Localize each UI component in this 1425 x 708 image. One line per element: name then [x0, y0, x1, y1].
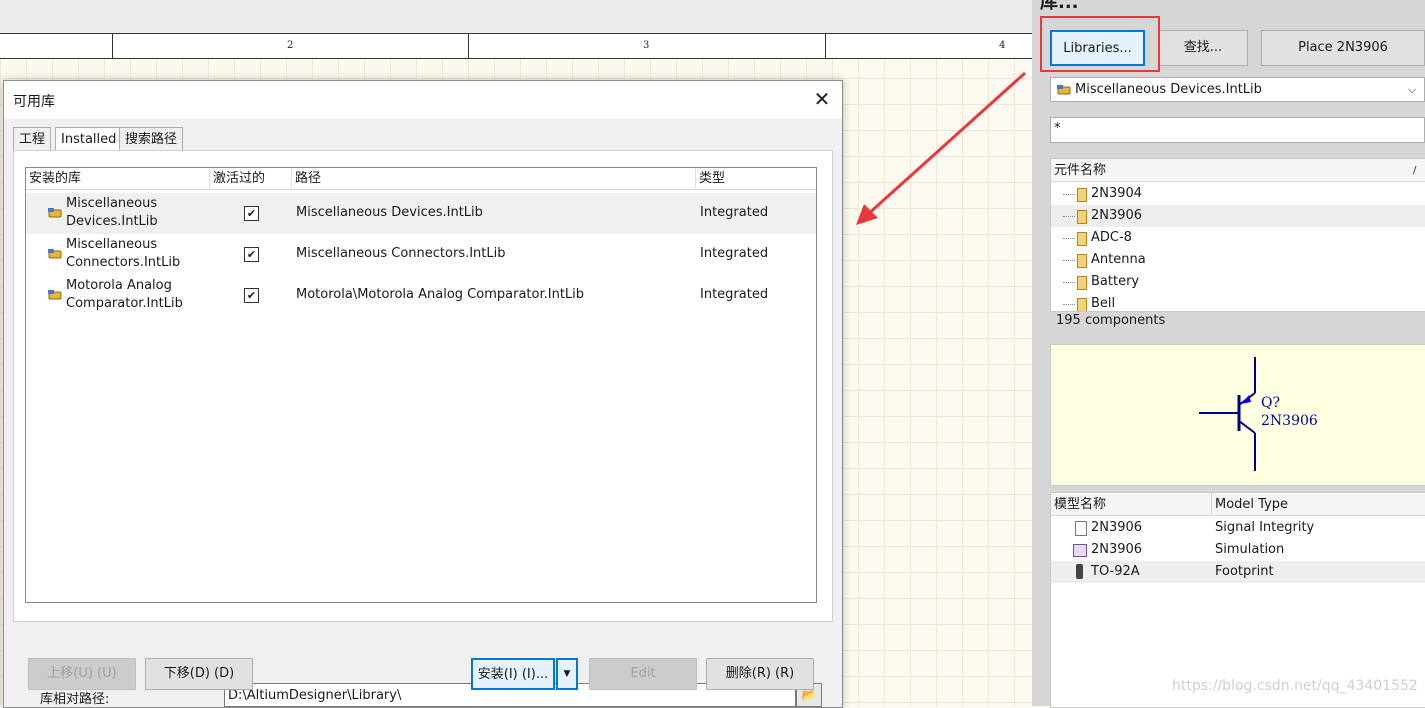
relative-path-label: 库相对路径: — [40, 692, 110, 707]
component-icon — [1077, 276, 1087, 290]
column-header-activated[interactable]: 激活过的 — [210, 168, 292, 190]
chevron-down-icon: ⌵ — [1408, 83, 1417, 96]
install-button[interactable]: 安装(I) (I)... — [471, 658, 555, 690]
library-icon — [1057, 85, 1071, 95]
watermark: https://blog.csdn.net/qq_43401552 — [1172, 678, 1418, 694]
list-item[interactable]: Antenna — [1051, 249, 1425, 271]
table-row[interactable]: Miscellaneous Connectors.IntLib ✔ Miscell… — [26, 234, 816, 275]
ruler-divider — [112, 34, 113, 58]
component-icon — [1077, 188, 1087, 202]
libraries-panel: 库... Libraries... 查找... Place 2N3906 Mis… — [1032, 0, 1425, 708]
library-table: 安装的库 激活过的 路径 类型 Miscellaneous Devices.Int… — [25, 167, 817, 603]
library-type: Integrated — [700, 246, 769, 261]
remove-button[interactable]: 删除(R) (R) — [706, 658, 814, 690]
library-icon — [48, 290, 62, 300]
move-up-button[interactable]: 上移(U) (U) — [28, 658, 136, 690]
library-name: Motorola Analog Comparator.IntLib — [66, 278, 183, 311]
list-item[interactable]: Battery — [1051, 271, 1425, 293]
library-icon — [48, 208, 62, 218]
activated-checkbox[interactable]: ✔ — [244, 247, 259, 262]
footprint-icon — [1076, 564, 1083, 579]
library-path: Miscellaneous Devices.IntLib — [296, 205, 483, 220]
component-icon — [1077, 232, 1087, 246]
library-path: Motorola\Motorola Analog Comparator.IntL… — [296, 287, 585, 302]
sort-icon: / — [1413, 165, 1417, 176]
tab-installed[interactable]: Installed — [55, 127, 123, 152]
signal-integrity-icon — [1075, 521, 1087, 536]
move-down-button[interactable]: 下移(D) (D) — [145, 658, 253, 690]
ruler-label: 4 — [999, 40, 1006, 51]
available-libraries-dialog: 可用库 ✕ 工程 Installed 搜索路径 安装的库 激活过的 路径 类型 … — [3, 80, 843, 708]
library-select[interactable]: Miscellaneous Devices.IntLib ⌵ — [1050, 77, 1425, 102]
activated-checkbox[interactable]: ✔ — [244, 288, 259, 303]
table-row[interactable]: TO-92A Footprint — [1051, 561, 1425, 583]
column-header-path[interactable]: 路径 — [292, 168, 696, 190]
selected-library: Miscellaneous Devices.IntLib — [1075, 82, 1262, 97]
tab-search-path[interactable]: 搜索路径 — [119, 127, 184, 151]
list-item[interactable]: 2N3904 — [1051, 183, 1425, 205]
edit-button[interactable]: Edit — [589, 658, 697, 690]
ruler-label: 3 — [643, 40, 650, 51]
dialog-title: 可用库 — [13, 94, 55, 110]
table-row[interactable]: Miscellaneous Devices.IntLib ✔ Miscellane… — [26, 193, 816, 234]
library-name: Miscellaneous Devices.IntLib — [66, 196, 158, 229]
close-icon[interactable]: ✕ — [810, 87, 834, 111]
library-type: Integrated — [700, 205, 769, 220]
component-icon — [1077, 298, 1087, 311]
library-icon — [48, 249, 62, 259]
component-icon — [1077, 254, 1087, 268]
activated-checkbox[interactable]: ✔ — [244, 206, 259, 221]
ruler-divider — [468, 34, 469, 58]
table-row[interactable]: 2N3906 Signal Integrity — [1051, 517, 1425, 539]
designator-label: Q? — [1261, 395, 1280, 411]
dialog-title-bar: 可用库 ✕ — [4, 81, 842, 119]
search-button[interactable]: 查找... — [1158, 30, 1248, 66]
component-name-header[interactable]: 元件名称 / — [1051, 159, 1425, 182]
list-item[interactable]: ADC-8 — [1051, 227, 1425, 249]
list-item[interactable]: 2N3906 — [1051, 205, 1425, 227]
annotation-highlight-box — [1040, 16, 1160, 72]
sheet-top-area — [0, 0, 1032, 33]
ruler-label: 2 — [287, 40, 294, 51]
install-dropdown-icon[interactable]: ▼ — [556, 658, 578, 690]
column-header-installed-library[interactable]: 安装的库 — [26, 168, 210, 190]
annotation-arrow — [856, 71, 1027, 225]
table-row[interactable]: 2N3906 Simulation — [1051, 539, 1425, 561]
place-component-button[interactable]: Place 2N3906 — [1261, 30, 1425, 66]
model-name-header[interactable]: 模型名称 — [1051, 493, 1212, 516]
table-row[interactable]: Motorola Analog Comparator.IntLib ✔ Motor… — [26, 275, 816, 316]
list-item[interactable]: Bell — [1051, 293, 1425, 311]
tab-project[interactable]: 工程 — [13, 127, 52, 151]
sheet-ruler: 2 3 4 — [0, 33, 1032, 59]
component-filter-input[interactable]: * — [1050, 117, 1425, 143]
symbol-preview: Q? 2N3906 — [1050, 344, 1425, 486]
component-count: 195 components — [1056, 313, 1166, 328]
library-name: Miscellaneous Connectors.IntLib — [66, 237, 181, 270]
column-header-type[interactable]: 类型 — [696, 168, 816, 190]
ruler-divider — [825, 34, 826, 58]
model-type-header[interactable]: Model Type — [1212, 493, 1425, 516]
installed-tab-panel: 安装的库 激活过的 路径 类型 Miscellaneous Devices.Int… — [13, 150, 833, 707]
simulation-icon — [1073, 544, 1087, 557]
library-path: Miscellaneous Connectors.IntLib — [296, 246, 506, 261]
part-label: 2N3906 — [1261, 413, 1318, 429]
component-icon — [1077, 210, 1087, 224]
model-list: 模型名称 Model Type 2N3906 Signal Integrity … — [1050, 492, 1425, 708]
component-list: 元件名称 / 2N3904 2N3906 ADC-8 Antenna Batte… — [1050, 158, 1425, 312]
library-type: Integrated — [700, 287, 769, 302]
panel-title: 库... — [1040, 0, 1079, 13]
